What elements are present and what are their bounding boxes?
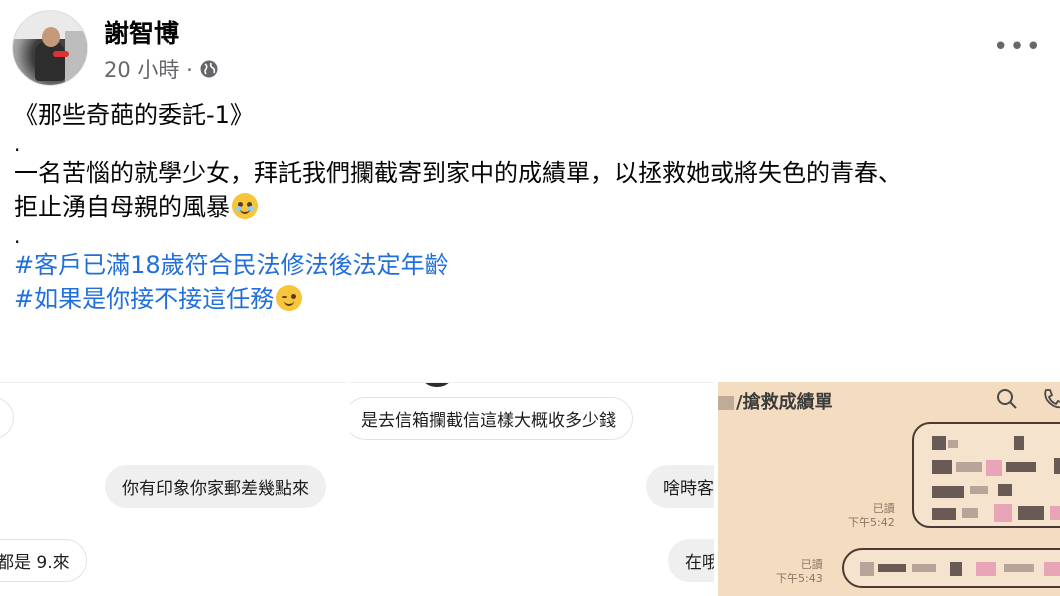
phone-icon (1044, 389, 1060, 409)
search-icon (997, 389, 1017, 409)
globe-icon (200, 60, 218, 78)
pleading-face-emoji-icon (232, 193, 258, 219)
read-label: 已讀 (872, 502, 895, 515)
read-receipt: 已讀 下午5:42 (848, 502, 895, 530)
author-avatar[interactable] (12, 10, 88, 86)
post-body-line-1: 一名苦惱的就學少女，拜託我們攔截寄到家中的成績單，以拯救她或將失色的青春、 (14, 159, 902, 187)
photo-chat-screenshot-3[interactable]: /搶救成績單 已讀 下午5:42 已讀 下午5:43 (718, 382, 1060, 596)
read-receipt: 已讀 下午5:43 (776, 558, 823, 586)
post-text: 《那些奇葩的委託-1》 . 一名苦惱的就學少女，拜託我們攔截寄到家中的成績單，以… (14, 98, 1054, 316)
photo-chat-screenshot-1[interactable]: 你有印象你家郵差幾點來 都是 9.來 (0, 382, 346, 596)
post-header: 謝智博 20 小時 · ••• (12, 10, 1048, 90)
post-title: 《那些奇葩的委託-1》 (14, 101, 254, 129)
chat-bubble: 都是 9.來 (0, 539, 87, 582)
chat-title-text: /搶救成績單 (736, 392, 833, 413)
chat-bubble: 在哦 (668, 539, 714, 582)
read-label: 已讀 (800, 558, 823, 571)
hashtag-line: #如果是你接不接這任務 (14, 282, 1054, 316)
chat-bubble: 是去信箱攔截信這樣大概收多少錢 (350, 397, 633, 440)
chat-title: /搶救成績單 (718, 388, 833, 414)
chat-bubble: 啥時客 (646, 465, 714, 508)
winking-face-emoji-icon (276, 285, 303, 311)
photo-grid: 你有印象你家郵差幾點來 都是 9.來 是去信箱攔截信這樣大概收多少錢 啥時客 在… (0, 382, 1060, 596)
post-body-line-2: 拒止湧自母親的風暴 (14, 190, 1054, 224)
post-body-line-2-text: 拒止湧自母親的風暴 (14, 193, 230, 221)
chat-bubble: 你有印象你家郵差幾點來 (105, 465, 326, 508)
chat-message-blurred (842, 548, 1060, 588)
photo-chat-screenshot-2[interactable]: 是去信箱攔截信這樣大概收多少錢 啥時客 在哦 (350, 382, 714, 596)
author-name[interactable]: 謝智博 (104, 14, 179, 50)
chat-bubble (0, 397, 14, 439)
separator-dot: . (14, 132, 21, 156)
more-options-button[interactable]: ••• (993, 32, 1042, 62)
separator-dot: . (14, 224, 21, 248)
post-meta: 20 小時 · (104, 54, 219, 84)
avatar (420, 383, 454, 387)
hashtag-link[interactable]: #客戶已滿18歲符合民法修法後法定年齡 (14, 248, 1054, 282)
post-time[interactable]: 20 小時 · (104, 54, 193, 84)
hashtag-link[interactable]: #如果是你接不接這任務 (14, 285, 274, 313)
chat-message-blurred (912, 422, 1060, 528)
read-time: 下午5:43 (776, 572, 823, 585)
read-time: 下午5:42 (848, 516, 895, 529)
